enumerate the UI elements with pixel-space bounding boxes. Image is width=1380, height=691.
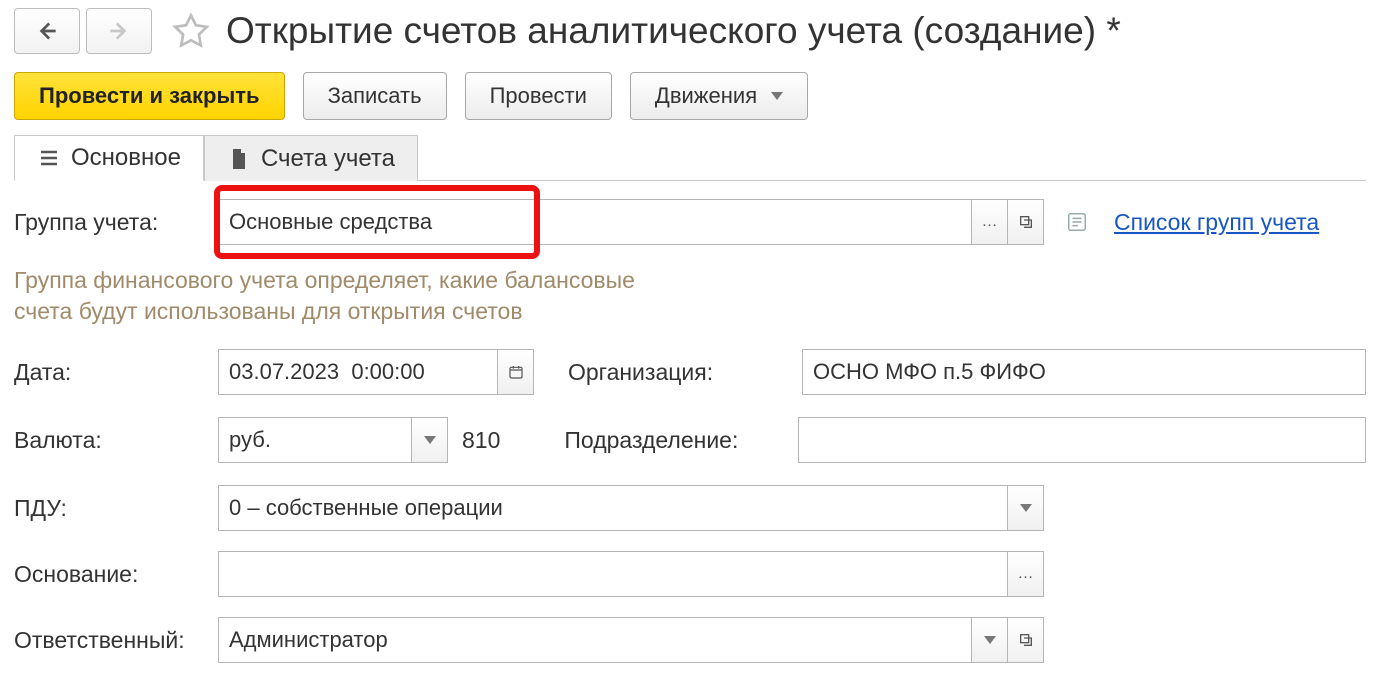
responsible-label: Ответственный:: [14, 627, 218, 654]
movements-button[interactable]: Движения: [630, 72, 808, 120]
date-label: Дата:: [14, 359, 218, 386]
currency-label: Валюта:: [14, 427, 218, 454]
pdu-input[interactable]: [218, 485, 1008, 531]
date-picker-button[interactable]: [498, 349, 534, 395]
pdu-label: ПДУ:: [14, 495, 218, 522]
tab-accounts-label: Счета учета: [261, 145, 395, 173]
basis-select-button[interactable]: …: [1008, 551, 1044, 597]
tabs: Основное Счета учета: [14, 134, 1366, 181]
tab-main-label: Основное: [71, 144, 181, 172]
report-icon: [1066, 211, 1088, 233]
page-title: Открытие счетов аналитического учета (со…: [226, 10, 1121, 52]
date-input[interactable]: [218, 349, 498, 395]
helper-text: Группа финансового учета определяет, как…: [14, 265, 734, 327]
helper-line2: счета будут использованы для открытия сч…: [14, 296, 734, 327]
list-icon: [37, 146, 61, 170]
helper-line1: Группа финансового учета определяет, как…: [14, 265, 734, 296]
chevron-down-icon: [424, 436, 436, 444]
department-input[interactable]: [798, 417, 1366, 463]
nav-back-button[interactable]: [14, 8, 80, 54]
post-and-close-button[interactable]: Провести и закрыть: [14, 72, 285, 120]
chevron-down-icon: [1020, 504, 1032, 512]
save-button[interactable]: Записать: [303, 72, 447, 120]
open-button[interactable]: [1008, 199, 1044, 245]
post-button[interactable]: Провести: [465, 72, 612, 120]
document-icon: [227, 147, 251, 171]
chevron-down-icon: [984, 636, 996, 644]
currency-dropdown-button[interactable]: [412, 417, 448, 463]
account-group-label: Группа учета:: [14, 209, 218, 236]
tab-accounts[interactable]: Счета учета: [204, 135, 418, 181]
toolbar: Провести и закрыть Записать Провести Дви…: [14, 72, 1366, 120]
currency-code: 810: [462, 427, 500, 454]
ellipsis-icon: …: [1018, 565, 1034, 583]
tab-main[interactable]: Основное: [14, 135, 204, 181]
select-button[interactable]: …: [972, 199, 1008, 245]
organization-input[interactable]: [802, 349, 1366, 395]
basis-label: Основание:: [14, 561, 218, 588]
currency-input[interactable]: [218, 417, 412, 463]
organization-label: Организация:: [568, 359, 788, 386]
responsible-open-button[interactable]: [1008, 617, 1044, 663]
responsible-dropdown-button[interactable]: [972, 617, 1008, 663]
favorite-star-icon[interactable]: [168, 8, 214, 54]
responsible-input[interactable]: [218, 617, 972, 663]
department-label: Подразделение:: [564, 427, 784, 454]
movements-button-label: Движения: [655, 83, 757, 109]
nav-forward-button[interactable]: [86, 8, 152, 54]
chevron-down-icon: [771, 92, 783, 100]
basis-input[interactable]: [218, 551, 1008, 597]
account-group-input[interactable]: [218, 199, 972, 245]
account-groups-list-link[interactable]: Список групп учета: [1114, 209, 1319, 236]
ellipsis-icon: …: [982, 213, 998, 231]
pdu-dropdown-button[interactable]: [1008, 485, 1044, 531]
